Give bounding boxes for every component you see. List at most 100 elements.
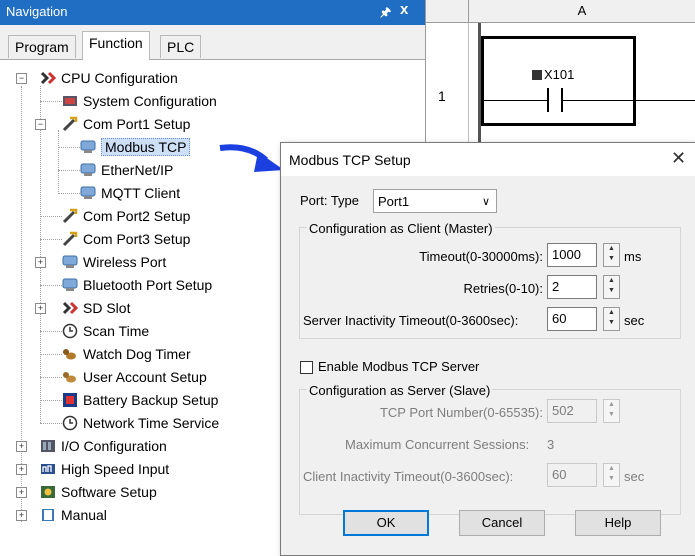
tree-item-label: MQTT Client bbox=[101, 185, 181, 201]
tree-item-manual[interactable]: Manual bbox=[40, 505, 107, 525]
tree-item-com-port3-setup[interactable]: Com Port3 Setup bbox=[62, 229, 190, 249]
client-inactivity-field[interactable]: 60 bbox=[547, 463, 597, 487]
network-icon bbox=[62, 278, 78, 291]
enable-server-checkbox[interactable] bbox=[300, 361, 313, 374]
retries-stepper[interactable]: ▲ ▼ bbox=[603, 275, 620, 299]
tree-item-watch-dog-timer[interactable]: Watch Dog Timer bbox=[62, 344, 191, 364]
tree-item-label: Watch Dog Timer bbox=[83, 346, 191, 362]
server-inactivity-label: Server Inactivity Timeout(0-3600sec): bbox=[303, 313, 519, 328]
cancel-button[interactable]: Cancel bbox=[459, 510, 545, 536]
tree-item-label: Battery Backup Setup bbox=[83, 392, 219, 408]
tree-item-com-port2-setup[interactable]: Com Port2 Setup bbox=[62, 206, 190, 226]
tree-item-label: SD Slot bbox=[83, 300, 131, 316]
pin-icon[interactable]: 🖈 bbox=[380, 3, 391, 24]
server-inactivity-field[interactable]: 60 bbox=[547, 307, 597, 331]
tree-item-label: Com Port2 Setup bbox=[83, 208, 191, 224]
com-port-icon bbox=[62, 208, 78, 224]
port-type-select[interactable]: Port1 ∨ bbox=[373, 189, 497, 213]
tree-item-label: Manual bbox=[61, 507, 107, 523]
tree-item-label: Bluetooth Port Setup bbox=[83, 277, 213, 293]
dialog-title: Modbus TCP Setup bbox=[289, 152, 411, 168]
tree-item-modbus-tcp[interactable]: Modbus TCP bbox=[80, 137, 191, 157]
battery-icon bbox=[63, 393, 77, 407]
com-port-icon bbox=[62, 231, 78, 247]
contact-symbol-right bbox=[561, 88, 563, 112]
expand-toggle-high-speed[interactable]: + bbox=[16, 464, 27, 475]
max-sessions-label: Maximum Concurrent Sessions: bbox=[345, 437, 530, 452]
software-setup-icon bbox=[41, 486, 55, 498]
tree-item-wireless-port[interactable]: Wireless Port bbox=[62, 252, 166, 272]
manual-book-icon bbox=[42, 509, 54, 521]
tree-item-label: User Account Setup bbox=[83, 369, 207, 385]
timeout-stepper[interactable]: ▲ ▼ bbox=[603, 243, 620, 267]
close-icon[interactable]: x bbox=[400, 1, 408, 18]
dialog-title-bar: Modbus TCP Setup ✕ bbox=[281, 143, 695, 176]
network-icon bbox=[80, 140, 96, 153]
expand-toggle-io-config[interactable]: + bbox=[16, 441, 27, 452]
tree-item-label: Scan Time bbox=[83, 323, 150, 339]
tree-item-scan-time[interactable]: Scan Time bbox=[62, 321, 149, 341]
tree-item-high-speed-input[interactable]: High Speed Input bbox=[40, 459, 169, 479]
watchdog-icon bbox=[63, 349, 76, 360]
network-icon bbox=[80, 186, 96, 199]
close-icon[interactable]: ✕ bbox=[671, 148, 686, 169]
tree-item-sd-slot[interactable]: SD Slot bbox=[62, 298, 130, 318]
client-inactivity-label: Client Inactivity Timeout(0-3600sec): bbox=[303, 469, 514, 484]
server-inactivity-stepper[interactable]: ▲ ▼ bbox=[603, 307, 620, 331]
tab-program[interactable]: Program bbox=[8, 35, 76, 58]
collapse-toggle-cpu-config[interactable]: − bbox=[16, 73, 27, 84]
network-icon bbox=[62, 255, 78, 268]
tree-item-mqtt-client[interactable]: MQTT Client bbox=[80, 183, 180, 203]
cpu-config-icon bbox=[40, 71, 56, 85]
tree-item-label: Modbus TCP bbox=[101, 138, 191, 156]
enable-server-label: Enable Modbus TCP Server bbox=[318, 359, 480, 374]
tree-item-battery-backup-setup[interactable]: Battery Backup Setup bbox=[62, 390, 218, 410]
tree-item-label: Com Port3 Setup bbox=[83, 231, 191, 247]
help-button[interactable]: Help bbox=[575, 510, 661, 536]
expand-toggle-sd-slot[interactable]: + bbox=[35, 303, 46, 314]
navigation-tabs: Program Function PLC bbox=[0, 25, 425, 60]
sd-slot-icon bbox=[62, 301, 78, 315]
chevron-down-icon: ∨ bbox=[481, 196, 490, 208]
tab-function[interactable]: Function bbox=[82, 31, 150, 60]
tree-item-label: Software Setup bbox=[61, 484, 157, 500]
tree-item-io-configuration[interactable]: I/O Configuration bbox=[40, 436, 167, 456]
tree-item-label: EtherNet/IP bbox=[101, 162, 174, 178]
tcp-port-label: TCP Port Number(0-65535): bbox=[379, 405, 543, 420]
retries-field[interactable]: 2 bbox=[547, 275, 597, 299]
tree-item-user-account-setup[interactable]: User Account Setup bbox=[62, 367, 207, 387]
tree-item-com-port1-setup[interactable]: Com Port1 Setup bbox=[62, 114, 190, 134]
contact-label: X101 bbox=[532, 67, 574, 82]
tree-item-software-setup[interactable]: Software Setup bbox=[40, 482, 157, 502]
tree-item-system-configuration[interactable]: System Configuration bbox=[62, 91, 217, 111]
expand-toggle-wireless[interactable]: + bbox=[35, 257, 46, 268]
client-inactivity-stepper[interactable]: ▲ ▼ bbox=[603, 463, 620, 487]
tree-item-cpu-configuration[interactable]: CPU Configuration bbox=[40, 68, 178, 88]
row-number: 1 bbox=[438, 88, 446, 104]
tree-item-label: I/O Configuration bbox=[61, 438, 167, 454]
tree-item-bluetooth-port-setup[interactable]: Bluetooth Port Setup bbox=[62, 275, 212, 295]
tab-plc[interactable]: PLC bbox=[160, 35, 202, 58]
ok-button[interactable]: OK bbox=[343, 510, 429, 536]
expand-toggle-software[interactable]: + bbox=[16, 487, 27, 498]
high-speed-input-icon bbox=[41, 464, 55, 474]
expand-toggle-manual[interactable]: + bbox=[16, 510, 27, 521]
server-inactivity-unit: sec bbox=[624, 313, 645, 328]
navigation-title-bar: Navigation 🖈 x bbox=[0, 0, 425, 25]
max-sessions-value: 3 bbox=[547, 437, 555, 452]
tree-item-label: Wireless Port bbox=[83, 254, 167, 270]
collapse-toggle-com-port1[interactable]: − bbox=[35, 119, 46, 130]
server-group-label: Configuration as Server (Slave) bbox=[307, 383, 493, 398]
tcp-port-field[interactable]: 502 bbox=[547, 399, 597, 423]
tree-item-ethernet-ip[interactable]: EtherNet/IP bbox=[80, 160, 173, 180]
timeout-field[interactable]: 1000 bbox=[547, 243, 597, 267]
tcp-port-stepper[interactable]: ▲ ▼ bbox=[603, 399, 620, 423]
timeout-unit: ms bbox=[624, 249, 642, 264]
retries-label: Retries(0-10): bbox=[463, 281, 543, 296]
tree-item-label: Com Port1 Setup bbox=[83, 116, 191, 132]
clock-icon bbox=[62, 415, 78, 431]
system-config-icon bbox=[63, 96, 77, 106]
timeout-label: Timeout(0-30000ms): bbox=[419, 249, 543, 264]
corner-header bbox=[426, 0, 469, 23]
tree-item-network-time-service[interactable]: Network Time Service bbox=[62, 413, 219, 433]
